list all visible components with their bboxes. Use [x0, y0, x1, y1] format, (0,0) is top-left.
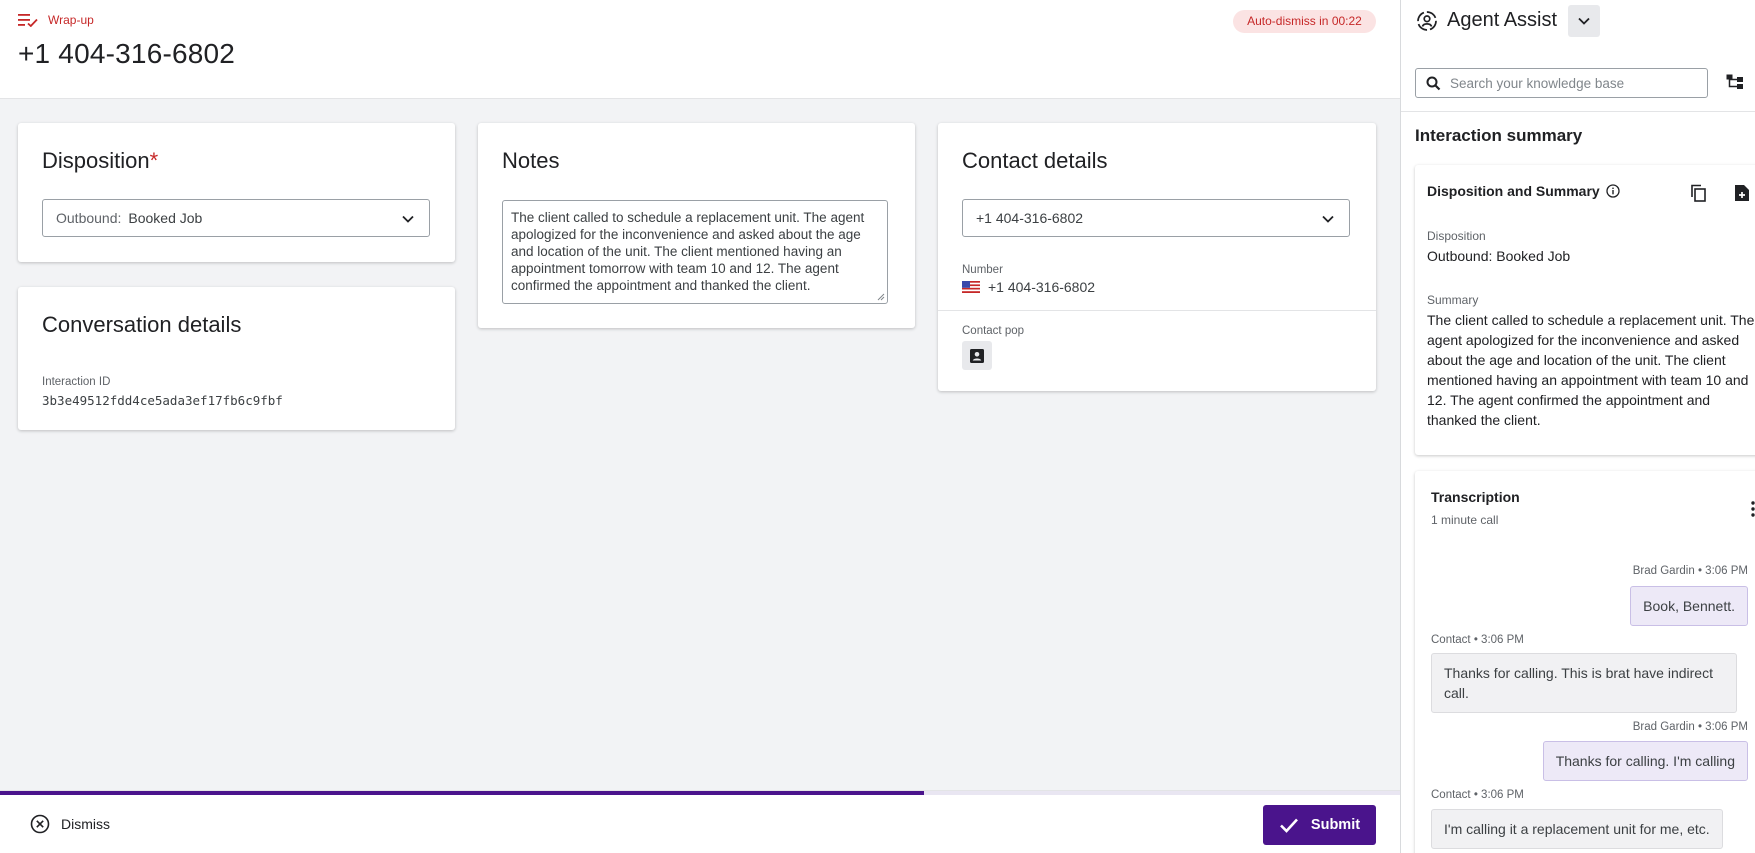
chevron-down-icon	[1322, 215, 1334, 223]
notes-textarea[interactable]: The client called to schedule a replacem…	[502, 200, 888, 304]
dismiss-label: Dismiss	[61, 816, 110, 832]
agent-assist-header: Agent Assist	[1416, 9, 1557, 32]
conversation-details-title: Conversation details	[42, 312, 242, 337]
notes-text: The client called to schedule a replacem…	[511, 210, 865, 293]
contact-select-value: +1 404-316-6802	[976, 210, 1084, 226]
check-icon	[1280, 818, 1298, 833]
add-note-icon[interactable]	[1734, 184, 1750, 202]
transcription-duration: 1 minute call	[1431, 513, 1499, 527]
disposition-card: Disposition* Outbound: Booked Job	[18, 123, 455, 262]
disposition-prefix: Outbound:	[56, 210, 122, 226]
transcript-message-agent: Book, Bennett.	[1630, 586, 1748, 626]
more-options-icon[interactable]	[1751, 501, 1755, 517]
wrapup-status: Wrap-up	[18, 13, 94, 27]
transcription-title: Transcription	[1431, 489, 1520, 505]
disposition-value: Booked Job	[128, 210, 203, 226]
info-icon[interactable]	[1606, 184, 1620, 198]
number-label: Number	[962, 264, 1003, 276]
us-flag-icon	[962, 281, 980, 293]
copy-icon[interactable]	[1690, 184, 1707, 202]
transcript-message-contact: Thanks for calling. This is brat have in…	[1431, 653, 1737, 713]
disposition-select[interactable]: Outbound: Booked Job	[42, 199, 430, 237]
contact-number-select[interactable]: +1 404-316-6802	[962, 199, 1350, 237]
summary-card-title: Disposition and Summary	[1427, 183, 1620, 199]
knowledge-search	[1415, 68, 1708, 98]
transcript-message-agent: Thanks for calling. I'm calling	[1542, 741, 1748, 781]
divider	[938, 310, 1376, 311]
summary-label: Summary	[1427, 293, 1479, 307]
knowledge-search-input[interactable]	[1450, 75, 1690, 91]
disposition-title: Disposition*	[42, 148, 158, 174]
auto-dismiss-badge: Auto-dismiss in 00:22	[1233, 10, 1376, 33]
wrapup-header: Wrap-up +1 404-316-6802 Auto-dismiss in …	[0, 0, 1400, 99]
message-meta: Brad Gardin • 3:06 PM	[1632, 721, 1748, 733]
message-meta: Brad Gardin • 3:06 PM	[1632, 565, 1748, 577]
summary-card-title-text: Disposition and Summary	[1427, 183, 1600, 199]
tree-view-icon[interactable]	[1726, 74, 1744, 90]
contact-details-card: Contact details +1 404-316-6802 Number +…	[938, 123, 1376, 391]
interaction-summary-title: Interaction summary	[1415, 126, 1583, 145]
checklist-icon	[18, 14, 38, 27]
required-mark: *	[149, 148, 159, 173]
agent-assist-title: Agent Assist	[1447, 9, 1558, 31]
contact-card-icon	[970, 348, 984, 363]
submit-label: Submit	[1310, 817, 1361, 833]
summary-disposition-label: Disposition	[1427, 229, 1486, 243]
auto-dismiss-progress	[0, 791, 1400, 795]
message-meta: Contact • 3:06 PM	[1431, 789, 1524, 801]
interaction-id-value: 3b3e49512fdd4ce5ada3ef17fb6c9fbf	[42, 393, 283, 408]
submit-button[interactable]: Submit	[1263, 805, 1376, 845]
message-meta: Contact • 3:06 PM	[1431, 634, 1524, 646]
wrapup-main: Wrap-up +1 404-316-6802 Auto-dismiss in …	[0, 0, 1400, 853]
contact-details-title: Contact details	[962, 148, 1108, 173]
summary-text: The client called to schedule a replacem…	[1427, 312, 1755, 428]
notes-card: Notes The client called to schedule a re…	[478, 123, 915, 328]
transcript-message-contact: I'm calling it a replacement unit for me…	[1431, 809, 1723, 849]
resize-handle-icon[interactable]	[877, 293, 885, 301]
agent-assist-menu-button[interactable]	[1568, 5, 1600, 37]
summary-disposition-value: Outbound: Booked Job	[1427, 248, 1571, 264]
divider	[1401, 111, 1755, 112]
transcription-card: Transcription 1 minute call Brad Gardin …	[1415, 471, 1755, 853]
disposition-title-text: Disposition	[42, 148, 150, 173]
interaction-id-label: Interaction ID	[42, 376, 111, 388]
chevron-down-icon	[1578, 17, 1590, 25]
agent-assist-panel: Agent Assist Interaction summary Disposi…	[1400, 0, 1755, 853]
number-value: +1 404-316-6802	[988, 279, 1096, 295]
notes-title: Notes	[502, 148, 560, 173]
chevron-down-icon	[402, 215, 414, 223]
agent-assist-icon	[1417, 10, 1437, 31]
search-icon	[1426, 76, 1441, 90]
close-circle-icon	[30, 814, 50, 834]
progress-fill	[0, 791, 924, 795]
dismiss-button[interactable]: Dismiss	[30, 814, 110, 834]
action-bar	[0, 790, 1400, 853]
page-title: +1 404-316-6802	[18, 38, 236, 69]
conversation-details-card: Conversation details Interaction ID 3b3e…	[18, 287, 455, 430]
contact-pop-button[interactable]	[962, 341, 992, 370]
summary-card: Disposition and Summary Disposition Outb…	[1415, 165, 1755, 455]
wrapup-label: Wrap-up	[48, 13, 94, 27]
contact-pop-label: Contact pop	[962, 325, 1025, 337]
